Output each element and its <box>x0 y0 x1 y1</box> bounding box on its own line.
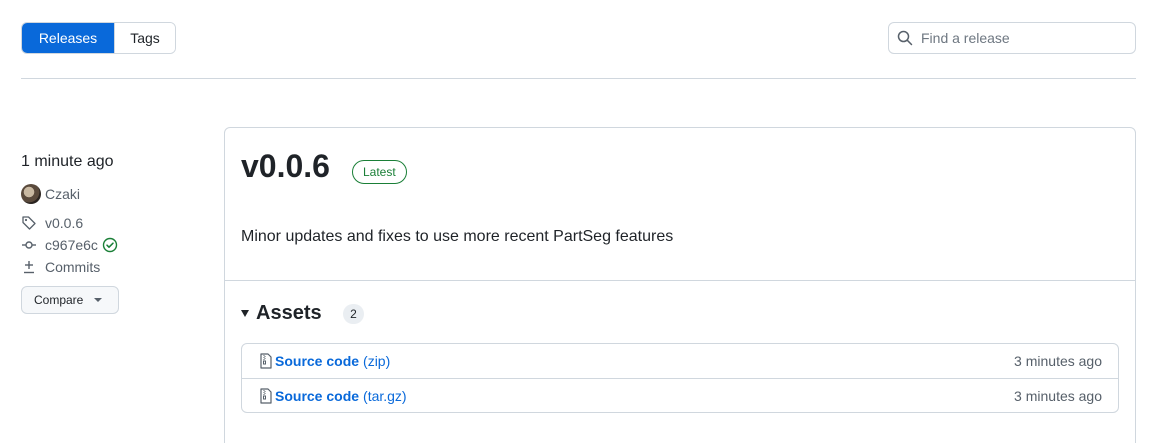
tag-name: v0.0.6 <box>45 215 84 231</box>
commit-sha: c967e6c <box>45 237 98 253</box>
commit-link[interactable]: c967e6c <box>21 237 118 253</box>
tab-releases[interactable]: Releases <box>22 23 114 53</box>
assets-count: 2 <box>343 304 364 324</box>
compare-button[interactable]: Compare <box>21 286 119 314</box>
release-tag-switcher: Releases Tags <box>21 22 176 54</box>
asset-ext[interactable]: (tar.gz) <box>363 388 407 404</box>
asset-ext[interactable]: (zip) <box>363 353 390 369</box>
assets-toggle[interactable]: Assets <box>241 302 322 325</box>
asset-time: 3 minutes ago <box>1014 387 1102 404</box>
search-icon <box>897 30 913 46</box>
tab-tags[interactable]: Tags <box>114 23 175 53</box>
avatar <box>21 184 41 204</box>
commits-link[interactable]: Commits <box>21 259 100 275</box>
triangle-down-icon <box>241 310 249 317</box>
commits-label: Commits <box>45 259 101 275</box>
list-item: Source code (zip) 3 minutes ago <box>242 344 1118 378</box>
asset-name[interactable]: Source code <box>275 388 359 404</box>
verified-check-icon <box>102 237 118 253</box>
release-card: v0.0.6 Latest Minor updates and fixes to… <box>224 127 1136 443</box>
card-divider <box>225 280 1135 281</box>
header-divider <box>21 78 1136 79</box>
list-item: Source code (tar.gz) 3 minutes ago <box>242 378 1118 412</box>
tag-link[interactable]: v0.0.6 <box>21 215 83 231</box>
asset-time: 3 minutes ago <box>1014 353 1102 369</box>
author-link[interactable]: Czaki <box>21 184 80 204</box>
search-input[interactable] <box>921 30 1121 46</box>
assets-list: Source code (zip) 3 minutes ago Source c… <box>241 343 1119 413</box>
search-box[interactable] <box>888 22 1136 54</box>
compare-label: Compare <box>34 293 84 307</box>
release-description: Minor updates and fixes to use more rece… <box>241 228 674 245</box>
tag-icon <box>22 216 36 230</box>
assets-title: Assets <box>256 302 322 324</box>
author-name: Czaki <box>45 186 81 202</box>
latest-badge: Latest <box>352 160 407 184</box>
diff-icon <box>24 261 34 274</box>
release-title[interactable]: v0.0.6 <box>241 148 330 185</box>
file-zip-icon <box>260 353 272 369</box>
release-time: 1 minute ago <box>21 153 114 170</box>
asset-name[interactable]: Source code <box>275 353 359 369</box>
file-zip-icon <box>260 387 272 404</box>
chevron-down-icon <box>94 298 103 302</box>
commit-icon <box>22 241 36 249</box>
